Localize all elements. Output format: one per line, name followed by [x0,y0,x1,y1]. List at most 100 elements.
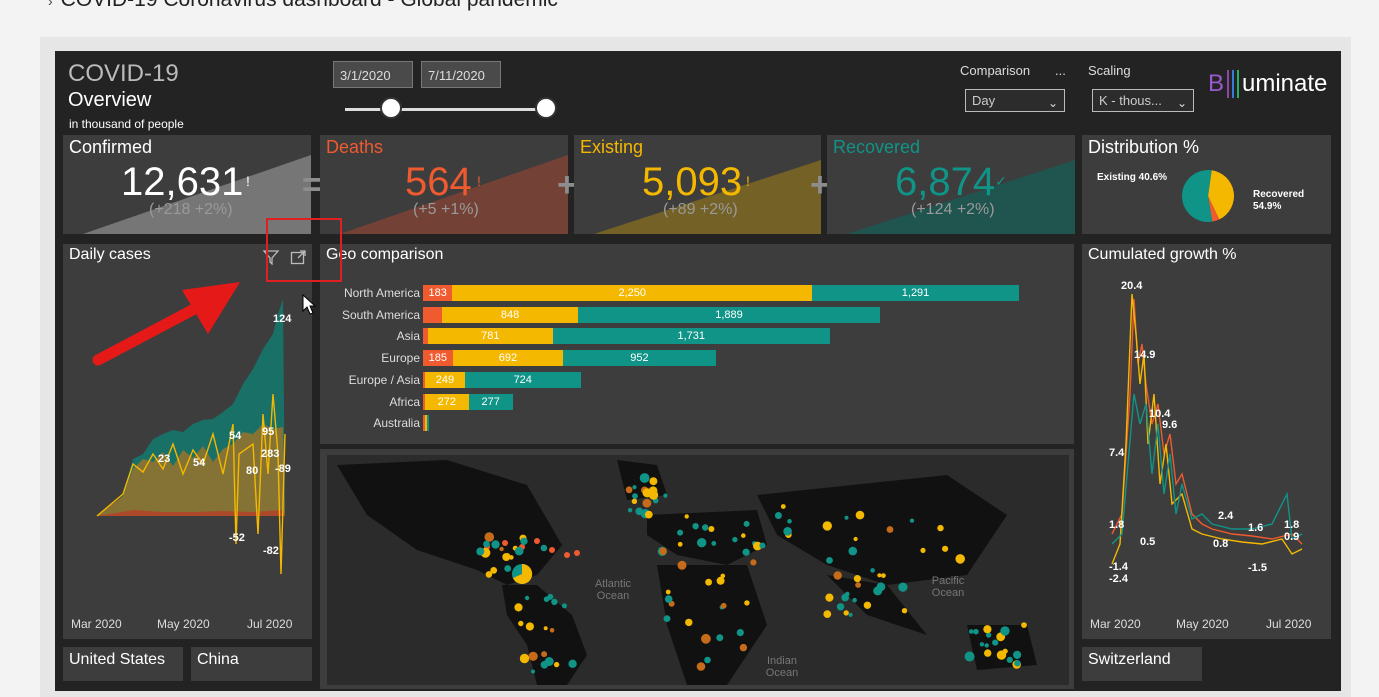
bar-segment-recovered[interactable]: 724 [464,371,581,388]
country-tile-china[interactable]: China [191,647,312,681]
map-marker[interactable] [863,601,872,609]
map-marker[interactable] [984,643,989,648]
map-marker[interactable] [549,547,555,553]
map-marker[interactable] [920,547,926,553]
map-marker[interactable] [476,547,485,556]
map-marker[interactable] [644,510,653,519]
map-marker[interactable] [574,550,580,556]
bar-segment-recovered[interactable]: 277 [468,393,513,410]
map-marker[interactable] [822,521,832,531]
map-marker[interactable] [870,568,875,573]
map-marker[interactable] [877,573,882,578]
recovered-card[interactable]: Recovered 6,874 ✓ (+124 +2%) [827,135,1075,234]
map-marker[interactable] [642,498,652,508]
map-marker[interactable] [632,485,637,490]
map-marker[interactable] [544,657,554,666]
map-marker[interactable] [659,547,667,555]
start-date-input[interactable]: 3/1/2020 [333,61,413,88]
map-marker[interactable] [716,634,724,642]
map-marker[interactable] [664,595,673,603]
map-marker[interactable] [684,514,689,519]
map-marker[interactable] [937,524,944,532]
map-marker[interactable] [543,596,550,602]
map-marker[interactable] [979,642,985,647]
map-marker[interactable] [942,545,949,552]
map-marker[interactable] [825,593,834,602]
map-marker[interactable] [855,510,865,520]
map-marker[interactable] [881,573,886,578]
bar-segment-existing[interactable]: 2,250 [452,285,813,301]
map-marker[interactable] [1014,660,1021,667]
bar-segment-deaths[interactable]: 183 [423,285,453,301]
map-marker[interactable] [514,603,523,612]
map-marker[interactable] [677,560,687,570]
slider-end-handle[interactable] [535,97,557,119]
map-marker[interactable] [843,610,849,616]
map-marker[interactable] [491,540,500,549]
map-marker[interactable] [531,669,535,674]
map-marker[interactable] [568,659,577,668]
map-marker[interactable] [627,508,633,513]
map-marker[interactable] [502,540,508,546]
map-marker[interactable] [783,527,792,536]
map-marker[interactable] [973,628,979,635]
existing-card[interactable]: Existing 5,093 ! (+89 +2%) [574,135,821,234]
map-marker[interactable] [1013,650,1022,659]
bar-segment-deaths[interactable]: 185 [423,350,453,367]
map-marker[interactable] [848,612,853,617]
map-marker[interactable] [720,602,727,609]
bar-segment-recovered[interactable]: 1,731 [552,328,830,345]
map-marker[interactable] [540,544,548,552]
map-marker[interactable] [551,598,558,606]
map-marker[interactable] [543,626,548,631]
end-date-input[interactable]: 7/11/2020 [421,61,501,88]
map-marker[interactable] [702,524,709,531]
map-marker[interactable] [1021,622,1027,628]
map-marker[interactable] [716,576,725,585]
comparison-select[interactable]: Day ⌄ [965,89,1065,112]
map-marker[interactable] [635,507,643,516]
bar-segment-existing[interactable]: 848 [442,306,578,323]
map-marker[interactable] [852,597,857,603]
map-marker[interactable] [534,538,540,544]
map-marker[interactable] [705,578,712,586]
map-marker[interactable] [823,610,832,618]
map-marker[interactable] [519,653,530,664]
map-marker[interactable] [499,546,504,552]
date-range-slider[interactable] [345,108,545,111]
map-marker[interactable] [561,603,567,609]
map-marker[interactable] [774,512,782,519]
map-marker[interactable] [996,650,1007,660]
map-marker[interactable] [833,571,842,580]
cumulated-growth-panel[interactable]: Cumulated growth % 20.4 14.9 10.4 9.6 7.… [1082,244,1331,639]
map-marker[interactable] [898,582,908,592]
map-marker[interactable] [520,537,528,545]
map-marker[interactable] [639,473,650,483]
world-map-panel[interactable]: Atlantic Ocean Pacific Ocean Indian Ocea… [320,449,1074,689]
map-marker[interactable] [549,628,555,633]
bar-segment-existing[interactable]: 272 [425,393,469,410]
map-marker[interactable] [504,565,512,572]
map-marker[interactable] [1000,626,1010,636]
map-marker[interactable] [514,546,524,556]
map-marker[interactable] [502,553,511,561]
map-marker[interactable] [677,529,684,536]
map-marker[interactable] [524,595,530,601]
distribution-pie[interactable] [1180,168,1236,224]
world-map[interactable] [327,455,1069,685]
map-marker[interactable] [701,633,711,644]
map-marker[interactable] [1006,656,1013,663]
map-marker[interactable] [663,615,671,622]
map-marker[interactable] [697,538,707,548]
map-marker[interactable] [741,533,746,538]
map-marker[interactable] [787,519,792,524]
map-marker[interactable] [564,552,570,558]
map-marker[interactable] [853,536,858,542]
map-marker[interactable] [736,629,744,637]
map-marker[interactable] [541,651,548,658]
map-marker[interactable] [968,629,974,634]
map-marker[interactable] [750,559,757,566]
country-tile-switzerland[interactable]: Switzerland [1082,647,1202,681]
bar-segment-existing[interactable]: 692 [452,350,564,367]
map-marker[interactable] [490,567,498,574]
